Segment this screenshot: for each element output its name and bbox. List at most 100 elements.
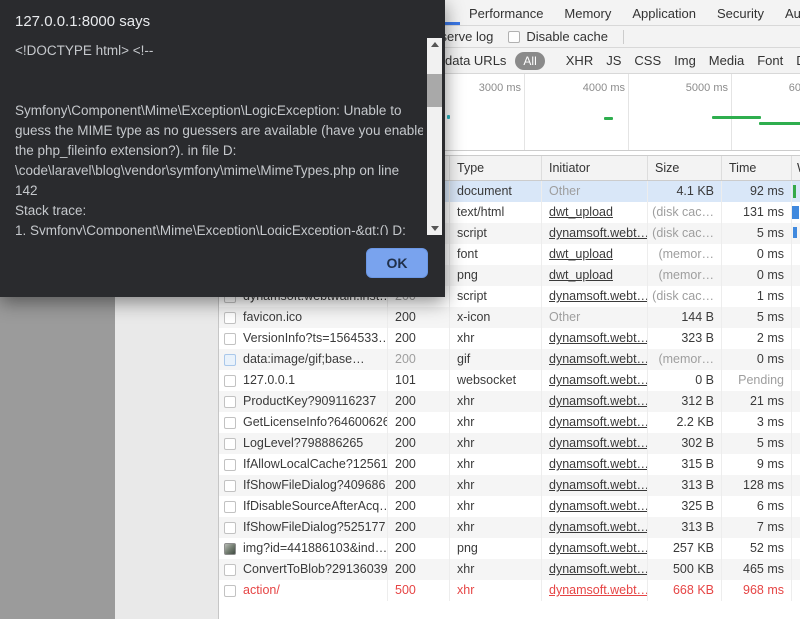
initiator-link[interactable]: dwt_upload [542,202,648,223]
initiator-link[interactable]: dynamsoft.webt… [542,559,648,580]
status-cell: 200 [388,496,450,517]
type-cell: xhr [450,391,542,412]
status-cell: 200 [388,517,450,538]
table-row[interactable]: GetLicenseInfo?646006260200xhrdynamsoft.… [219,412,800,433]
filter-item-img[interactable]: Img [674,53,696,68]
timeline-gridline [524,74,525,151]
size-cell: 313 B [648,475,722,496]
filter-item-js[interactable]: JS [606,53,621,68]
initiator-link[interactable]: dynamsoft.webt… [542,391,648,412]
type-cell: script [450,223,542,244]
time-cell: 6 ms [722,496,792,517]
column-header-initiator[interactable]: Initiator [542,156,648,180]
initiator-link[interactable]: dynamsoft.webt… [542,517,648,538]
initiator-link[interactable]: dynamsoft.webt… [542,433,648,454]
time-cell: 0 ms [722,349,792,370]
type-cell: text/html [450,202,542,223]
timeline-activity-bar [447,115,450,119]
alert-message-line: <!DOCTYPE html> <!-- [15,41,423,61]
waterfall-cell [792,475,800,496]
table-row[interactable]: ProductKey?909116237200xhrdynamsoft.webt… [219,391,800,412]
timeline-activity-bar [759,122,800,125]
filter-pill-all[interactable]: All [515,52,544,70]
request-name: IfShowFileDialog?409686… [243,475,388,496]
waterfall-cell [792,286,800,307]
type-cell: xhr [450,412,542,433]
timeline-tick-label: 4000 ms [583,82,625,94]
initiator-link[interactable]: dynamsoft.webt… [542,328,648,349]
filter-item-font[interactable]: Font [757,53,783,68]
request-name-cell: IfDisableSourceAfterAcq… [219,496,388,517]
disable-cache-checkbox[interactable] [508,31,520,43]
initiator-link[interactable]: dynamsoft.webt… [542,349,648,370]
table-row[interactable]: IfDisableSourceAfterAcq…200xhrdynamsoft.… [219,496,800,517]
request-name-cell: action/ [219,580,388,601]
status-cell: 200 [388,538,450,559]
initiator-link[interactable]: dynamsoft.webt… [542,580,648,601]
type-cell: png [450,538,542,559]
tab-security[interactable]: Security [717,6,764,21]
status-cell: 200 [388,454,450,475]
filter-item-xhr[interactable]: XHR [566,53,593,68]
table-row[interactable]: data:image/gif;base…200gifdynamsoft.webt… [219,349,800,370]
initiator-link[interactable]: dynamsoft.webt… [542,370,648,391]
table-row[interactable]: IfAllowLocalCache?12561…200xhrdynamsoft.… [219,454,800,475]
table-row[interactable]: ConvertToBlob?291360390200xhrdynamsoft.w… [219,559,800,580]
tab-audits[interactable]: Audits [785,6,800,21]
alert-message-scrollbar[interactable] [427,38,442,235]
tab-application[interactable]: Application [632,6,696,21]
waterfall-cell [792,265,800,286]
file-icon [224,522,236,534]
file-icon [224,396,236,408]
filter-item-doc[interactable]: Doc [796,53,800,68]
table-row[interactable]: LogLevel?798886265200xhrdynamsoft.webt…3… [219,433,800,454]
screen: Performance Memory Application Security Audi… [0,0,800,619]
table-row[interactable]: IfShowFileDialog?525177…200xhrdynamsoft.… [219,517,800,538]
size-cell: (memor… [648,265,722,286]
column-header-time[interactable]: Time [722,156,792,180]
table-row[interactable]: img?id=441886103&ind…200pngdynamsoft.web… [219,538,800,559]
filter-item-css[interactable]: CSS [634,53,661,68]
status-cell: 500 [388,580,450,601]
table-row[interactable]: 127.0.0.1101websocketdynamsoft.webt…0 BP… [219,370,800,391]
scrollbar-thumb[interactable] [427,74,442,107]
waterfall-cell [792,454,800,475]
initiator-link[interactable]: dwt_upload [542,244,648,265]
initiator-link[interactable]: dynamsoft.webt… [542,475,648,496]
alert-dialog-title: 127.0.0.1:8000 says [15,13,150,30]
table-row[interactable]: favicon.ico200x-iconOther144 B5 ms [219,307,800,328]
initiator-link[interactable]: dynamsoft.webt… [542,454,648,475]
column-header-type[interactable]: Type [450,156,542,180]
request-name-cell: img?id=441886103&ind… [219,538,388,559]
initiator-link[interactable]: dynamsoft.webt… [542,286,648,307]
initiator-link[interactable]: dwt_upload [542,265,648,286]
hide-data-urls-label[interactable]: data URLs [445,53,506,68]
tab-memory[interactable]: Memory [564,6,611,21]
devtools-tabs: Performance Memory Application Security Audi… [469,0,800,26]
tab-performance[interactable]: Performance [469,6,543,21]
time-cell: 131 ms [722,202,792,223]
waterfall-cell [792,223,800,244]
filter-item-media[interactable]: Media [709,53,744,68]
request-name: VersionInfo?ts=1564533… [243,328,388,349]
time-cell: 7 ms [722,517,792,538]
initiator-link[interactable]: dynamsoft.webt… [542,496,648,517]
scroll-down-icon[interactable] [427,222,442,235]
type-cell: xhr [450,580,542,601]
initiator-link[interactable]: dynamsoft.webt… [542,538,648,559]
javascript-alert-dialog: 127.0.0.1:8000 says <!DOCTYPE html> <!--… [0,0,445,297]
initiator-link[interactable]: dynamsoft.webt… [542,223,648,244]
table-row[interactable]: VersionInfo?ts=1564533…200xhrdynamsoft.w… [219,328,800,349]
scroll-up-icon[interactable] [427,38,442,51]
table-row[interactable]: action/500xhrdynamsoft.webt…668 KB968 ms [219,580,800,601]
type-cell: document [450,181,542,202]
ok-button[interactable]: OK [366,248,428,278]
type-cell: xhr [450,433,542,454]
column-header-size[interactable]: Size [648,156,722,180]
request-name-cell: 127.0.0.1 [219,370,388,391]
size-cell: (disk cac… [648,286,722,307]
column-header-waterfall[interactable]: Waterfall [792,156,800,180]
table-row[interactable]: IfShowFileDialog?409686…200xhrdynamsoft.… [219,475,800,496]
request-name: GetLicenseInfo?646006260 [243,412,388,433]
initiator-link[interactable]: dynamsoft.webt… [542,412,648,433]
